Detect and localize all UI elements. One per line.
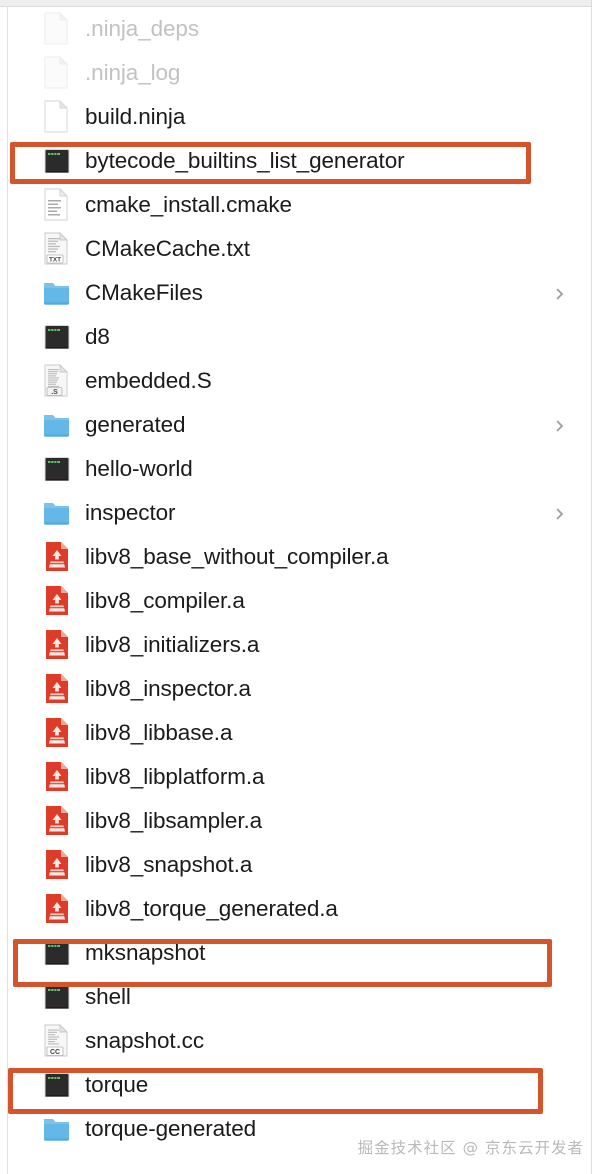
file-row[interactable]: bytecode_builtins_list_generator (8, 139, 591, 183)
folder-icon (42, 408, 72, 442)
folder-icon (42, 276, 72, 310)
file-name-label: cmake_install.cmake (85, 191, 292, 217)
file-name-label: libv8_initializers.a (85, 631, 260, 657)
file-name-label: libv8_torque_generated.a (85, 895, 338, 921)
file-row[interactable]: libv8_libsampler.a (8, 799, 591, 843)
pane-right-gutter (592, 0, 600, 1174)
file-row[interactable]: CC snapshot.cc (8, 1019, 591, 1063)
archive-icon (42, 760, 72, 794)
file-row[interactable]: CMakeFiles (8, 271, 591, 315)
file-name-label: libv8_snapshot.a (85, 851, 253, 877)
file-row[interactable]: libv8_libplatform.a (8, 755, 591, 799)
file-name-label: .ninja_deps (85, 15, 199, 41)
file-row[interactable]: d8 (8, 315, 591, 359)
svg-text:CC: CC (50, 1049, 60, 1056)
file-name-label: CMakeFiles (85, 279, 203, 305)
archive-icon (42, 540, 72, 574)
txt-document-icon: TXT (42, 232, 72, 266)
executable-icon (42, 980, 72, 1014)
file-row[interactable]: torque (8, 1063, 591, 1107)
chevron-right-icon[interactable] (554, 287, 566, 300)
asm-document-icon: .S (42, 364, 72, 398)
executable-icon (42, 1068, 72, 1102)
file-name-label: hello-world (85, 455, 193, 481)
archive-icon (42, 672, 72, 706)
document-icon (42, 56, 72, 90)
file-row[interactable]: mksnapshot (8, 931, 591, 975)
file-row[interactable]: libv8_inspector.a (8, 667, 591, 711)
file-name-label: libv8_compiler.a (85, 587, 245, 613)
file-row[interactable]: libv8_initializers.a (8, 623, 591, 667)
file-row[interactable]: .ninja_deps (8, 7, 591, 51)
file-name-label: libv8_libplatform.a (85, 763, 265, 789)
file-name-label: inspector (85, 499, 176, 525)
file-row[interactable]: libv8_libbase.a (8, 711, 591, 755)
file-name-label: libv8_base_without_compiler.a (85, 543, 389, 569)
file-row[interactable]: .S embedded.S (8, 359, 591, 403)
file-list: .ninja_deps .ninja_log build.ninja bytecode… (8, 7, 591, 1151)
file-name-label: d8 (85, 323, 110, 349)
folder-icon (42, 496, 72, 530)
file-name-label: CMakeCache.txt (85, 235, 250, 261)
file-name-label: torque-generated (85, 1115, 257, 1141)
file-name-label: bytecode_builtins_list_generator (85, 147, 405, 173)
archive-icon (42, 804, 72, 838)
file-name-label: snapshot.cc (85, 1027, 204, 1053)
cc-document-icon: CC (42, 1024, 72, 1058)
executable-icon (42, 452, 72, 486)
file-name-label: libv8_libbase.a (85, 719, 233, 745)
file-name-label: .ninja_log (85, 59, 181, 85)
file-name-label: libv8_inspector.a (85, 675, 251, 701)
executable-icon (42, 144, 72, 178)
file-row[interactable]: TXT CMakeCache.txt (8, 227, 591, 271)
file-name-label: libv8_libsampler.a (85, 807, 263, 833)
file-row[interactable]: build.ninja (8, 95, 591, 139)
script-document-icon (42, 188, 72, 222)
file-row[interactable]: libv8_base_without_compiler.a (8, 535, 591, 579)
svg-text:.S: .S (51, 389, 58, 396)
file-row[interactable]: .ninja_log (8, 51, 591, 95)
chevron-right-icon[interactable] (554, 419, 566, 432)
file-row[interactable]: libv8_torque_generated.a (8, 887, 591, 931)
file-row[interactable]: libv8_compiler.a (8, 579, 591, 623)
file-row[interactable]: shell (8, 975, 591, 1019)
archive-icon (42, 716, 72, 750)
document-icon (42, 100, 72, 134)
executable-icon (42, 936, 72, 970)
file-name-label: build.ninja (85, 103, 186, 129)
file-name-label: embedded.S (85, 367, 212, 393)
archive-icon (42, 584, 72, 618)
svg-text:TXT: TXT (49, 257, 61, 264)
file-row[interactable]: hello-world (8, 447, 591, 491)
archive-icon (42, 892, 72, 926)
file-name-label: mksnapshot (85, 939, 206, 965)
archive-icon (42, 848, 72, 882)
file-name-label: torque (85, 1071, 149, 1097)
chevron-right-icon[interactable] (554, 507, 566, 520)
watermark: 掘金技术社区 @ 京东云开发者 (357, 1139, 584, 1157)
file-row[interactable]: libv8_snapshot.a (8, 843, 591, 887)
file-row[interactable]: generated (8, 403, 591, 447)
file-browser-pane: .ninja_deps .ninja_log build.ninja bytecode… (0, 0, 600, 1174)
executable-icon (42, 320, 72, 354)
file-row[interactable]: cmake_install.cmake (8, 183, 591, 227)
file-name-label: shell (85, 983, 131, 1009)
file-name-label: generated (85, 411, 186, 437)
file-row[interactable]: inspector (8, 491, 591, 535)
folder-icon (42, 1112, 72, 1146)
document-icon (42, 12, 72, 46)
archive-icon (42, 628, 72, 662)
